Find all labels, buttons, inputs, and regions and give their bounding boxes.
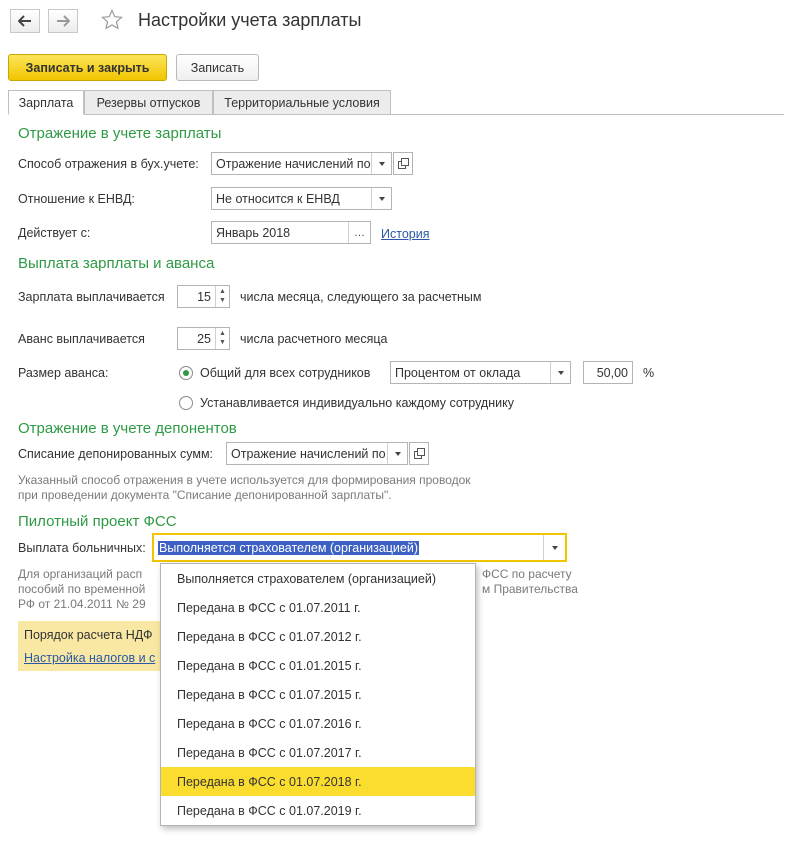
dropdown-option-highlighted[interactable]: Передана в ФСС с 01.07.2018 г. [161,767,475,796]
fss-note-right2: м Правительства [482,582,578,596]
effective-label: Действует с: [18,226,91,240]
envd-label: Отношение к ЕНВД: [18,192,135,206]
save-button[interactable]: Записать [176,54,259,81]
favorite-star-icon[interactable] [100,8,124,32]
dropdown-option[interactable]: Передана в ФСС с 01.07.2012 г. [161,622,475,651]
advance-method-select[interactable]: Процентом от оклада [390,361,571,384]
fss-note-line1: Для организаций расп [18,567,143,581]
fss-note-line3: РФ от 21.04.2011 № 29 [18,597,146,611]
dropdown-option[interactable]: Передана в ФСС с 01.07.2017 г. [161,738,475,767]
open-window-icon [397,158,409,169]
advance-day-value: 25 [197,331,211,346]
effective-date-value: Январь 2018 [216,225,291,240]
salary-day-suffix: числа месяца, следующего за расчетным [240,290,482,304]
dropdown-option[interactable]: Передана в ФСС с 01.07.2019 г. [161,796,475,825]
percent-sign: % [643,366,655,380]
effective-date-field[interactable]: Январь 2018 … [211,221,371,244]
sick-pay-dropdown-list[interactable]: Выполняется страхователем (организацией)… [160,563,476,826]
back-button[interactable] [10,9,40,33]
writeoff-value: Отражение начислений по [231,446,386,461]
section-payment: Выплата зарплаты и аванса [18,255,215,272]
open-writeoff-button[interactable] [409,442,429,465]
advance-day-label: Аванс выплачивается [18,332,145,346]
sick-pay-value: Выполняется страхователем (организацией) [158,540,420,555]
arrow-left-icon [18,15,31,27]
save-and-close-button[interactable]: Записать и закрыть [8,54,167,81]
advance-day-suffix: числа расчетного месяца [240,332,388,346]
envd-value: Не относится к ЕНВД [216,191,340,206]
open-method-button[interactable] [393,152,413,175]
tab-vacation-reserves[interactable]: Резервы отпусков [84,90,213,115]
tax-settings-link[interactable]: Настройка налогов и с [24,651,155,665]
sick-pay-select[interactable]: Выполняется страхователем (организацией) [152,533,567,562]
dropdown-option[interactable]: Передана в ФСС с 01.07.2011 г. [161,593,475,622]
ndfl-warning-panel: Порядок расчета НДФ Настройка налогов и … [18,621,168,671]
chevron-down-icon[interactable] [371,188,391,209]
sick-pay-label: Выплата больничных: [18,541,146,555]
advance-method-value: Процентом от оклада [395,365,521,380]
spinner-icon[interactable]: ▲ ▼ [215,328,229,349]
advance-percent-input[interactable]: 50,00 [583,361,633,384]
dropdown-option[interactable]: Передана в ФСС с 01.01.2015 г. [161,651,475,680]
writeoff-label: Списание депонированных сумм: [18,447,214,461]
dropdown-option[interactable]: Передана в ФСС с 01.07.2016 г. [161,709,475,738]
chevron-down-icon[interactable] [550,362,570,383]
dropdown-option[interactable]: Передана в ФСС с 01.07.2015 г. [161,680,475,709]
fss-note-right1: ФСС по расчету [482,567,572,581]
advance-percent-value: 50,00 [596,365,628,380]
salary-day-input[interactable]: 15 ▲ ▼ [177,285,230,308]
fss-note-line2: пособий по временной [18,582,146,596]
choose-period-button[interactable]: … [348,222,370,243]
method-label: Способ отражения в бух.учете: [18,157,199,171]
chevron-down-icon[interactable] [371,153,391,174]
radio-common-label: Общий для всех сотрудников [200,366,371,380]
radio-common-advance[interactable] [179,366,193,380]
section-deposits: Отражение в учете депонентов [18,420,237,437]
advance-size-label: Размер аванса: [18,366,109,380]
tabs-divider [8,114,784,115]
dropdown-option[interactable]: Выполняется страхователем (организацией) [161,564,475,593]
radio-individual-label: Устанавливается индивидуально каждому со… [200,396,514,410]
arrow-right-icon [57,15,70,27]
salary-day-value: 15 [197,289,211,304]
page-title: Настройки учета зарплаты [138,10,362,30]
section-salary-reflection: Отражение в учете зарплаты [18,125,222,142]
section-fss: Пилотный проект ФСС [18,513,177,530]
method-select[interactable]: Отражение начислений по [211,152,392,175]
history-link[interactable]: История [381,227,429,241]
chevron-down-icon[interactable] [543,535,565,560]
chevron-down-icon[interactable] [387,443,407,464]
open-window-icon [413,448,425,459]
method-value: Отражение начислений по [216,156,371,171]
advance-day-input[interactable]: 25 ▲ ▼ [177,327,230,350]
writeoff-select[interactable]: Отражение начислений по [226,442,408,465]
tab-territorial-conditions[interactable]: Территориальные условия [213,90,391,115]
forward-button[interactable] [48,9,78,33]
radio-individual-advance[interactable] [179,396,193,410]
spinner-icon[interactable]: ▲ ▼ [215,286,229,307]
deposits-note-line2: при проведении документа "Списание депон… [18,488,392,502]
ndfl-text: Порядок расчета НДФ [24,628,153,642]
envd-select[interactable]: Не относится к ЕНВД [211,187,392,210]
salary-day-label: Зарплата выплачивается [18,290,165,304]
tab-salary[interactable]: Зарплата [8,90,84,115]
deposits-note-line1: Указанный способ отражения в учете испол… [18,473,471,487]
